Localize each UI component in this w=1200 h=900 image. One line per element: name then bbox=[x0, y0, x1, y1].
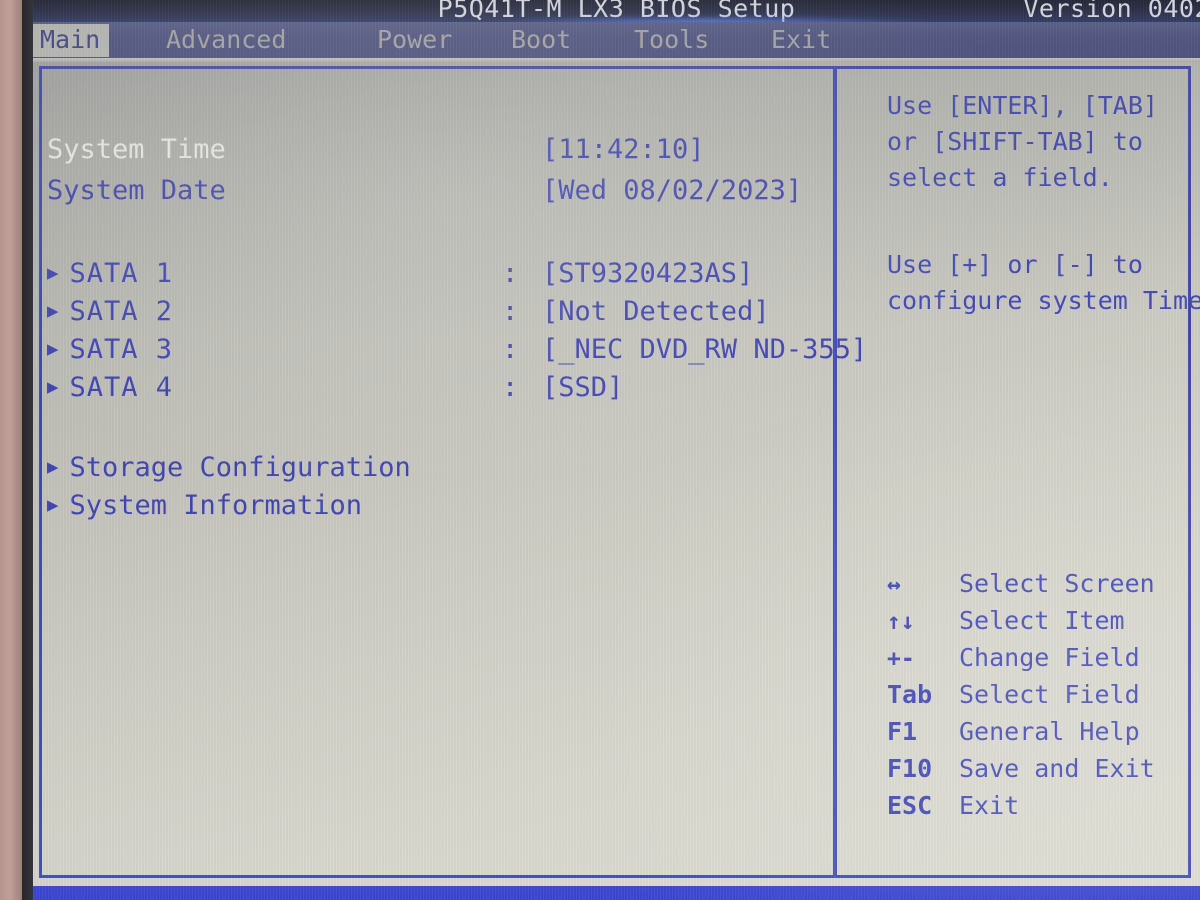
tab-power[interactable]: Power bbox=[377, 23, 452, 58]
bios-screen: P5Q41T-M LX3 BIOS Setup Version 0402 Mai… bbox=[33, 0, 1200, 900]
legend-description: Exit bbox=[959, 791, 1020, 820]
legend-key: ↔ bbox=[887, 572, 901, 598]
tab-exit[interactable]: Exit bbox=[771, 23, 831, 58]
legend-row: ↔ Select Screen bbox=[887, 569, 1200, 606]
help-line: or [SHIFT-TAB] to bbox=[887, 127, 1143, 156]
setting-colon: : bbox=[502, 372, 519, 403]
bios-version: Version 0402 bbox=[1023, 0, 1200, 22]
help-line: configure system Time. bbox=[887, 286, 1200, 315]
legend-description: Save and Exit bbox=[959, 754, 1155, 783]
help-paragraph-1: Use [ENTER], [TAB] or [SHIFT-TAB] to selec… bbox=[887, 88, 1200, 196]
help-line: Use [ENTER], [TAB] bbox=[887, 91, 1158, 120]
legend-description: Select Screen bbox=[959, 569, 1155, 598]
setting-value[interactable]: [Wed 08/02/2023] bbox=[542, 175, 802, 206]
setting-row-sata-3[interactable]: ▶ SATA 3: [_NEC DVD_RW ND-355] bbox=[47, 334, 867, 365]
legend-key: Tab bbox=[887, 680, 933, 709]
legend-key: F10 bbox=[887, 754, 933, 783]
legend-row: ↑↓ Select Item bbox=[887, 606, 1200, 643]
setting-label: SATA 1 bbox=[69, 258, 173, 289]
legend-row: F10 Save and Exit bbox=[887, 754, 1200, 791]
bottom-status-bar bbox=[33, 886, 1200, 900]
help-paragraph-2: Use [+] or [-] to configure system Time. bbox=[887, 247, 1200, 319]
setting-row-system-date[interactable]: System Date [Wed 08/02/2023] bbox=[47, 175, 802, 206]
setting-value[interactable]: [ST9320423AS] bbox=[542, 258, 753, 289]
legend-row: Tab Select Field bbox=[887, 680, 1200, 717]
setting-row-sata-1[interactable]: ▶ SATA 1: [ST9320423AS] bbox=[47, 258, 753, 289]
help-pane: Use [ENTER], [TAB] or [SHIFT-TAB] to selec… bbox=[845, 66, 1200, 878]
setting-row-system-time[interactable]: System Time [11:42:10] bbox=[47, 134, 705, 165]
setting-value[interactable]: [11:42:10] bbox=[542, 134, 705, 165]
legend-row: F1 General Help bbox=[887, 717, 1200, 754]
submenu-label: System Information bbox=[69, 490, 363, 521]
setting-colon: : bbox=[502, 296, 519, 327]
setting-value[interactable]: [Not Detected] bbox=[542, 296, 770, 327]
legend-key: ↑↓ bbox=[887, 609, 915, 635]
setting-value[interactable]: [SSD] bbox=[542, 372, 623, 403]
setting-label: SATA 4 bbox=[69, 372, 173, 403]
tab-tools[interactable]: Tools bbox=[634, 23, 709, 58]
bios-menubar[interactable]: Main Advanced Power Boot Tools Exit bbox=[33, 22, 1200, 58]
submenu-arrow-icon: ▶ bbox=[47, 376, 59, 398]
legend-row: +- Change Field bbox=[887, 643, 1200, 680]
monitor-photo: P5Q41T-M LX3 BIOS Setup Version 0402 Mai… bbox=[0, 0, 1200, 900]
legend-key: F1 bbox=[887, 717, 918, 746]
submenu-row-storage-configuration[interactable]: ▶ Storage Configuration bbox=[47, 452, 411, 483]
submenu-label: Storage Configuration bbox=[69, 452, 411, 483]
help-line: Use [+] or [-] to bbox=[887, 250, 1143, 279]
tab-boot[interactable]: Boot bbox=[511, 23, 571, 58]
bios-body: System Time [11:42:10] System Date [Wed 08/… bbox=[33, 62, 1200, 900]
submenu-arrow-icon: ▶ bbox=[47, 300, 59, 322]
setting-label: System Time bbox=[47, 134, 226, 165]
tab-main[interactable]: Main bbox=[33, 23, 110, 57]
setting-value[interactable]: [_NEC DVD_RW ND-355] bbox=[542, 334, 867, 365]
legend-description: Change Field bbox=[959, 643, 1140, 672]
setting-colon: : bbox=[502, 334, 519, 365]
setting-label: System Date bbox=[47, 175, 226, 206]
setting-row-sata-4[interactable]: ▶ SATA 4: [SSD] bbox=[47, 372, 623, 403]
submenu-arrow-icon: ▶ bbox=[47, 262, 59, 284]
legend-description: Select Item bbox=[959, 606, 1125, 635]
legend-row: ESC Exit bbox=[887, 791, 1200, 828]
key-legend: ↔ Select Screen ↑↓ Select Item +- Change Fiel… bbox=[887, 569, 1200, 828]
pane-divider bbox=[833, 66, 837, 878]
submenu-arrow-icon: ▶ bbox=[47, 494, 59, 516]
legend-key: ESC bbox=[887, 791, 933, 820]
setting-label: SATA 3 bbox=[69, 334, 173, 365]
legend-key: +- bbox=[887, 646, 915, 672]
tab-advanced[interactable]: Advanced bbox=[166, 23, 286, 58]
main-settings-pane: System Time [11:42:10] System Date [Wed 08/… bbox=[47, 66, 867, 878]
setting-row-sata-2[interactable]: ▶ SATA 2: [Not Detected] bbox=[47, 296, 770, 327]
legend-description: General Help bbox=[959, 717, 1140, 746]
submenu-arrow-icon: ▶ bbox=[47, 338, 59, 360]
setting-colon: : bbox=[502, 258, 519, 289]
submenu-arrow-icon: ▶ bbox=[47, 456, 59, 478]
submenu-row-system-information[interactable]: ▶ System Information bbox=[47, 490, 362, 521]
setting-label: SATA 2 bbox=[69, 296, 173, 327]
monitor-bezel-edge bbox=[0, 0, 22, 900]
help-line: select a field. bbox=[887, 163, 1113, 192]
legend-description: Select Field bbox=[959, 680, 1140, 709]
